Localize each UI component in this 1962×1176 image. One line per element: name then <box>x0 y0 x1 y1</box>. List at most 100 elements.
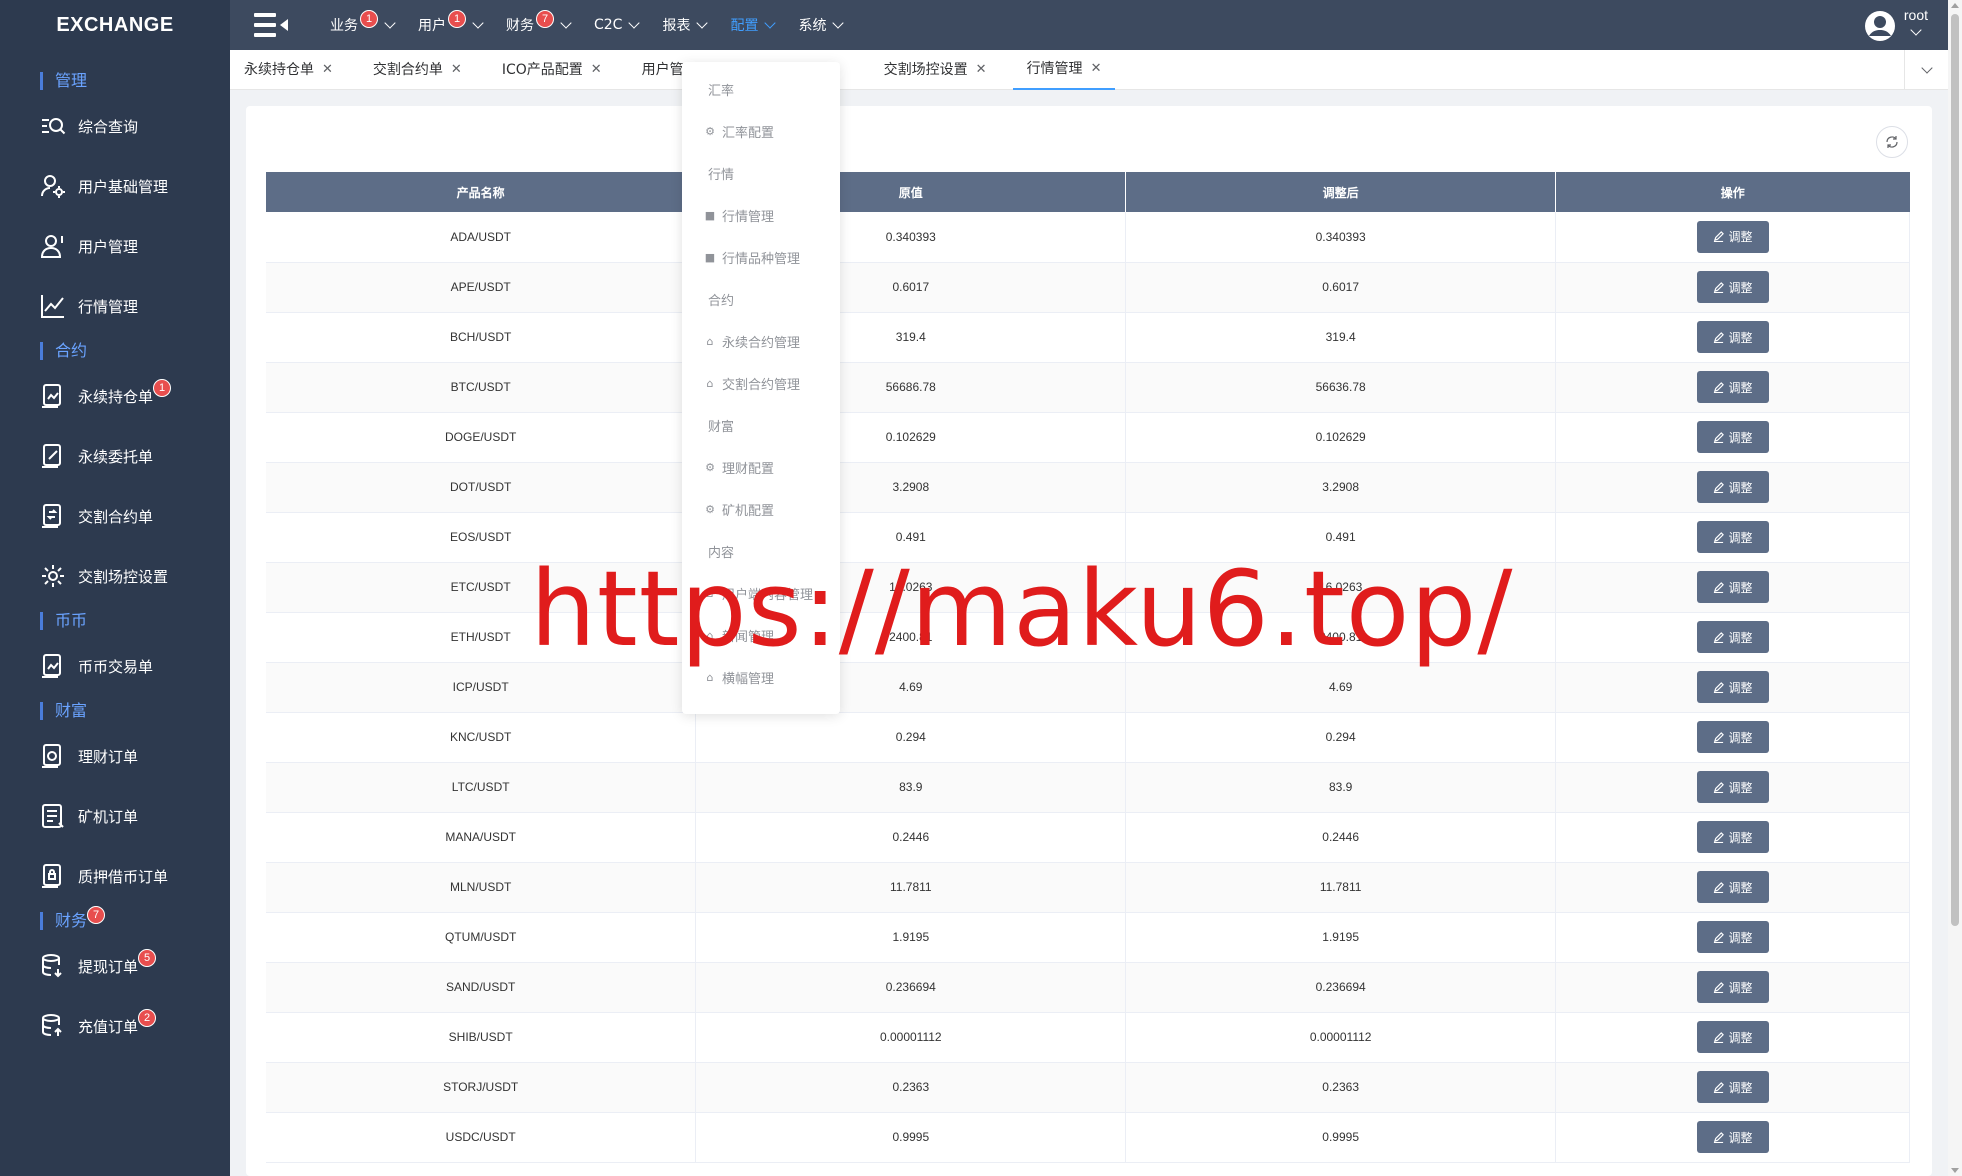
dropdown-menu-item[interactable]: ⌂ 交割合约管理 <box>704 374 801 393</box>
document-chart-icon <box>42 384 61 408</box>
document-list-icon <box>42 804 64 828</box>
document-coin-icon <box>42 744 61 768</box>
dropdown-menu-item[interactable]: ⚙ 矿机配置 <box>704 500 774 519</box>
adjust-button[interactable]: 调整 <box>1696 521 1769 553</box>
adjust-button[interactable]: 调整 <box>1696 671 1769 703</box>
dropdown-menu-item[interactable]: ■ 行情管理 <box>704 206 774 225</box>
sidebar-item-market-manage[interactable]: 行情管理 <box>40 291 138 321</box>
square-icon: ■ <box>704 209 716 222</box>
cell-product-name: QTUM/USDT <box>266 912 697 963</box>
adjust-button[interactable]: 调整 <box>1696 1121 1769 1153</box>
scrollbar-thumb[interactable] <box>1951 14 1959 926</box>
sidebar-item-spot-orders[interactable]: 币币交易单 <box>40 651 153 681</box>
edit-icon <box>1713 831 1724 843</box>
top-menu-system[interactable]: 系统 <box>798 15 845 35</box>
page-scrollbar[interactable] <box>1948 0 1962 1176</box>
adjust-button[interactable]: 调整 <box>1696 321 1769 353</box>
adjust-button[interactable]: 调整 <box>1696 220 1769 253</box>
cell-adjusted-value: 56636.78 <box>1125 362 1557 413</box>
cell-original-value: 0.00001112 <box>695 1012 1127 1063</box>
dropdown-menu-item-label: 永续合约管理 <box>722 336 801 351</box>
cell-product-name: DOT/USDT <box>266 462 697 513</box>
dropdown-menu-item[interactable]: ⌂ 永续合约管理 <box>704 332 801 351</box>
top-menu-business[interactable]: 业务 1 <box>330 10 396 35</box>
tabs-more-button[interactable] <box>1904 50 1948 90</box>
top-menu-config[interactable]: 配置 <box>730 15 777 35</box>
cell-original-value: 0.9995 <box>695 1112 1127 1163</box>
adjust-button-label: 调整 <box>1728 1130 1753 1145</box>
close-icon[interactable]: ✕ <box>591 50 602 90</box>
user-menu[interactable]: root <box>1864 6 1928 42</box>
adjust-button[interactable]: 调整 <box>1696 421 1769 453</box>
table-row: MLN/USDT 11.7811 11.7811 调整 <box>266 862 1910 913</box>
adjust-button[interactable]: 调整 <box>1696 1021 1769 1053</box>
sidebar-item-pledge-loan-orders[interactable]: 质押借币订单 <box>40 861 168 891</box>
close-icon[interactable]: ✕ <box>322 50 333 90</box>
cell-original-value: 83.9 <box>695 762 1127 813</box>
edit-icon <box>1713 931 1724 943</box>
adjust-button[interactable]: 调整 <box>1696 371 1769 403</box>
sidebar-item-label: 永续持仓单 <box>78 387 154 406</box>
cell-original-value: 0.236694 <box>695 962 1127 1013</box>
table-row: MANA/USDT 0.2446 0.2446 调整 <box>266 812 1910 863</box>
table-row: USDC/USDT 0.9995 0.9995 调整 <box>266 1112 1910 1163</box>
sidebar-item-user-manage[interactable]: 用户管理 <box>40 231 138 261</box>
sidebar-item-perpetual-positions[interactable]: 永续持仓单 1 <box>40 379 172 411</box>
dropdown-menu-item-label: 汇率配置 <box>722 126 775 141</box>
adjust-button[interactable]: 调整 <box>1696 621 1769 653</box>
menu-collapse-icon[interactable] <box>252 11 290 39</box>
sidebar-item-overview-query[interactable]: 综合查询 <box>40 111 138 141</box>
top-menu-user[interactable]: 用户 1 <box>418 10 484 35</box>
dropdown-menu-item[interactable]: ⌂ 横幅管理 <box>704 668 775 687</box>
tab-delivery-control[interactable]: 交割场控设置 ✕ <box>870 50 1001 90</box>
scroll-up-arrow-icon[interactable] <box>1951 3 1959 8</box>
cell-product-name: LTC/USDT <box>266 762 697 813</box>
cell-adjusted-value: 319.4 <box>1125 312 1557 363</box>
table-row: STORJ/USDT 0.2363 0.2363 调整 <box>266 1062 1910 1113</box>
adjust-button[interactable]: 调整 <box>1696 871 1769 903</box>
top-menu-c2c[interactable]: C2C <box>594 16 641 33</box>
adjust-button[interactable]: 调整 <box>1696 471 1769 503</box>
refresh-button[interactable] <box>1876 126 1908 158</box>
adjust-button[interactable]: 调整 <box>1696 821 1769 853</box>
sidebar-item-perpetual-orders[interactable]: 永续委托单 <box>40 441 153 471</box>
edit-icon <box>1713 981 1724 993</box>
sidebar-item-deposit-orders[interactable]: 充值订单 2 <box>40 1009 157 1041</box>
tab-delivery-contracts[interactable]: 交割合约单 ✕ <box>359 50 476 90</box>
cell-original-value: 1.9195 <box>695 912 1127 963</box>
dropdown-menu-item[interactable]: ⚙ 理财配置 <box>704 458 774 477</box>
cell-adjusted-value: 0.2363 <box>1125 1062 1557 1113</box>
sidebar-item-delivery-control[interactable]: 交割场控设置 <box>40 561 168 591</box>
close-icon[interactable]: ✕ <box>1091 49 1102 89</box>
sidebar-item-wealth-orders[interactable]: 理财订单 <box>40 741 138 771</box>
tab-market-manage[interactable]: 行情管理 ✕ <box>1012 49 1116 90</box>
sidebar-item-miner-orders[interactable]: 矿机订单 <box>40 801 138 831</box>
top-menu-label: 业务 <box>330 18 358 34</box>
sidebar-item-delivery-contracts[interactable]: 交割合约单 <box>40 501 153 531</box>
dropdown-menu-item[interactable]: ⚙ 汇率配置 <box>704 122 774 141</box>
cell-action: 调整 <box>1555 712 1910 763</box>
document-exchange-icon <box>42 504 61 528</box>
dropdown-menu-item[interactable]: ■ 行情品种管理 <box>704 248 800 267</box>
tab-perpetual-positions[interactable]: 永续持仓单 ✕ <box>230 50 347 90</box>
dropdown-menu-item-label: 横幅管理 <box>722 672 775 687</box>
adjust-button[interactable]: 调整 <box>1696 571 1769 603</box>
top-menu-report[interactable]: 报表 <box>662 15 709 35</box>
adjust-button[interactable]: 调整 <box>1696 721 1769 753</box>
close-icon[interactable]: ✕ <box>976 50 987 90</box>
cell-product-name: APE/USDT <box>266 262 697 313</box>
close-icon[interactable]: ✕ <box>451 50 462 90</box>
edit-icon <box>1713 531 1724 543</box>
adjust-button[interactable]: 调整 <box>1696 771 1769 803</box>
top-menu-finance[interactable]: 财务 7 <box>506 10 572 35</box>
adjust-button[interactable]: 调整 <box>1696 271 1769 303</box>
sidebar-item-user-basic[interactable]: 用户基础管理 <box>40 171 168 201</box>
sidebar-item-withdraw-orders[interactable]: 提现订单 5 <box>40 949 157 981</box>
tab-label: 永续持仓单 <box>244 61 314 78</box>
tab-ico-config[interactable]: ICO产品配置 ✕ <box>488 50 616 90</box>
adjust-button[interactable]: 调整 <box>1696 971 1769 1003</box>
adjust-button[interactable]: 调整 <box>1696 1071 1769 1103</box>
adjust-button[interactable]: 调整 <box>1696 921 1769 953</box>
cell-adjusted-value: 0.00001112 <box>1125 1012 1557 1063</box>
scroll-down-arrow-icon[interactable] <box>1951 1168 1959 1173</box>
